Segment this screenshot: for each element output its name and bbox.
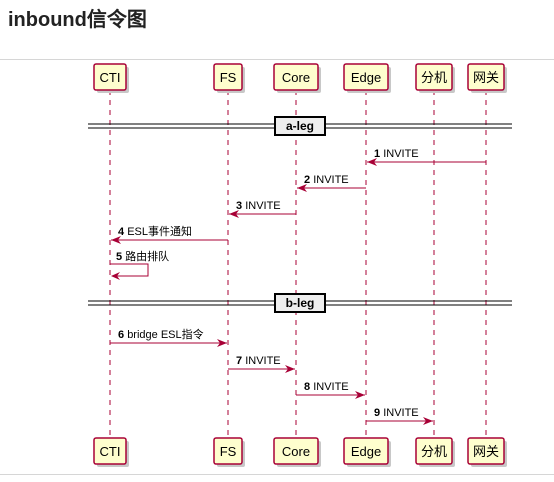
message-4-text: ESL事件通知 — [127, 224, 192, 238]
message-5-label: 5 路由排队 — [116, 249, 169, 263]
message-9-number: 9 — [374, 407, 383, 419]
participant-label-fs-bottom: FS — [220, 444, 237, 459]
participant-label-ext-top: 分机 — [421, 70, 447, 85]
participant-label-core-top: Core — [282, 70, 310, 85]
message-3-text: INVITE — [245, 200, 280, 212]
participant-label-cti-top: CTI — [100, 70, 121, 85]
participant-label-gw-top: 网关 — [473, 70, 499, 85]
message-2-label: 2 INVITE — [304, 174, 349, 186]
message-4-label: 4 ESL事件通知 — [118, 224, 192, 238]
message-5-number: 5 — [116, 251, 125, 263]
message-1-number: 1 — [374, 148, 383, 160]
sequence-diagram: CTI FS Core Edge 分机 网关CTI FS Core Edge 分机 网关a-legb… — [88, 63, 512, 467]
divider-label-b-leg: b-leg — [286, 296, 315, 310]
message-6-text: bridge ESL指令 — [127, 327, 203, 341]
message-2-text: INVITE — [313, 174, 348, 186]
message-6-number: 6 — [118, 329, 127, 341]
message-3-label: 3 INVITE — [236, 200, 281, 212]
divider-label-a-leg: a-leg — [286, 119, 314, 133]
bottom-divider — [0, 474, 554, 475]
participant-label-core-bottom: Core — [282, 444, 310, 459]
message-9-label: 9 INVITE — [374, 407, 419, 419]
message-8-label: 8 INVITE — [304, 381, 349, 393]
participant-label-ext-bottom: 分机 — [421, 444, 447, 459]
page: inbound信令图 CTI FS Core Edge 分机 网关 CTI FS Core Edg… — [0, 0, 554, 482]
participant-label-edge-bottom: Edge — [351, 444, 381, 459]
message-9-text: INVITE — [383, 407, 418, 419]
message-1-text: INVITE — [383, 148, 418, 160]
message-6-label: 6 bridge ESL指令 — [118, 327, 204, 341]
participant-label-gw-bottom: 网关 — [473, 444, 499, 459]
message-4-number: 4 — [118, 226, 127, 238]
message-5-text: 路由排队 — [125, 249, 169, 263]
message-1-label: 1 INVITE — [374, 148, 419, 160]
message-7-number: 7 — [236, 355, 245, 367]
message-2-number: 2 — [304, 174, 313, 186]
message-3-number: 3 — [236, 200, 245, 212]
participant-label-fs-top: FS — [220, 70, 237, 85]
participant-label-cti-bottom: CTI — [100, 444, 121, 459]
message-7-label: 7 INVITE — [236, 355, 281, 367]
message-8-number: 8 — [304, 381, 313, 393]
message-8-text: INVITE — [313, 381, 348, 393]
participant-label-edge-top: Edge — [351, 70, 381, 85]
message-7-text: INVITE — [245, 355, 280, 367]
